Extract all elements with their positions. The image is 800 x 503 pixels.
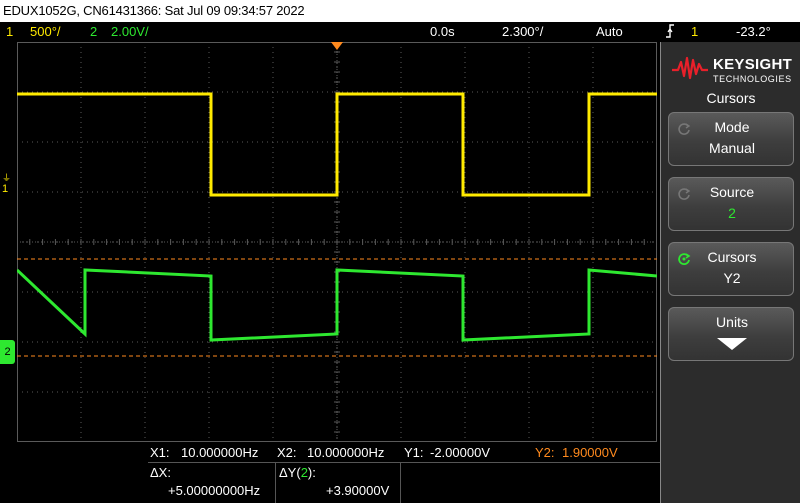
trigger-source[interactable]: 1 bbox=[691, 24, 698, 39]
x1-label: X1: bbox=[150, 445, 170, 460]
ch1-trace bbox=[17, 92, 657, 197]
trigger-edge-icon bbox=[664, 23, 676, 42]
submenu-arrow-icon bbox=[717, 338, 747, 350]
readout-divider-vertical bbox=[400, 463, 401, 503]
trigger-position-icon[interactable] bbox=[331, 42, 343, 50]
x2-label: X2: bbox=[277, 445, 297, 460]
title-text: EDUX1052G, CN61431366: Sat Jul 09 09:34:… bbox=[3, 3, 305, 18]
cursors-value: Y2 bbox=[723, 270, 741, 286]
cursor-readout: X1: 10.000000Hz X2: 10.000000Hz Y1: -2.0… bbox=[0, 442, 660, 503]
mode-softkey[interactable]: Mode Manual bbox=[668, 112, 794, 166]
delta-y-value: +3.90000V bbox=[326, 483, 390, 498]
x2-value: 10.000000Hz bbox=[307, 445, 385, 460]
delta-x-value: +5.00000000Hz bbox=[168, 483, 261, 498]
brand-subtitle: TECHNOLOGIES bbox=[713, 74, 792, 84]
time-scale[interactable]: 2.300°/ bbox=[502, 24, 543, 39]
y1-label: Y1: bbox=[404, 445, 424, 460]
ch2-ground-marker[interactable]: 2 bbox=[0, 340, 15, 364]
softkey-panel: KEYSIGHT TECHNOLOGIES Cursors Mode Manua… bbox=[660, 42, 800, 503]
brand-name: KEYSIGHT bbox=[713, 56, 793, 73]
mode-value: Manual bbox=[709, 140, 755, 156]
y1-value: -2.00000V bbox=[430, 445, 490, 460]
readout-divider bbox=[148, 462, 660, 463]
graticule bbox=[17, 42, 657, 442]
y2-label: Y2: bbox=[535, 445, 555, 460]
x1-value: 10.000000Hz bbox=[181, 445, 259, 460]
ch1-marker-label: 1 bbox=[2, 183, 9, 195]
source-softkey[interactable]: Source 2 bbox=[668, 177, 794, 231]
readout-divider-vertical bbox=[275, 463, 276, 503]
delta-x-label: ΔX: bbox=[150, 465, 171, 480]
delta-y-suffix: ): bbox=[307, 465, 316, 480]
waveform-display[interactable] bbox=[17, 42, 657, 442]
menu-title: Cursors bbox=[706, 90, 756, 106]
cursors-softkey[interactable]: Cursors Y2 bbox=[668, 242, 794, 296]
trigger-mode[interactable]: Auto bbox=[596, 24, 623, 39]
cursors-label: Cursors bbox=[707, 249, 757, 265]
channel-markers: ⏚ 1 2 bbox=[0, 42, 17, 442]
source-label: Source bbox=[709, 184, 755, 200]
ch1-trigger-glyph: ⏚ bbox=[2, 173, 12, 183]
ch1-number[interactable]: 1 bbox=[6, 24, 13, 39]
ch2-scale[interactable]: 2.00V/ bbox=[111, 24, 149, 39]
keysight-logo: KEYSIGHT TECHNOLOGIES bbox=[667, 52, 795, 88]
title-bar: EDUX1052G, CN61431366: Sat Jul 09 09:34:… bbox=[0, 0, 800, 22]
ch1-scale[interactable]: 500°/ bbox=[30, 24, 61, 39]
delta-y-label: ΔY(2): bbox=[279, 465, 316, 480]
delta-y-channel: 2 bbox=[300, 465, 308, 480]
delta-y-prefix: ΔY( bbox=[279, 465, 301, 480]
status-bar: 1 500°/ 2 2.00V/ 0.0s 2.300°/ Auto 1 -23… bbox=[0, 22, 800, 42]
keysight-wave-icon bbox=[672, 56, 708, 80]
y2-value: 1.90000V bbox=[562, 445, 618, 460]
ch2-marker-label: 2 bbox=[4, 346, 11, 358]
ch2-number[interactable]: 2 bbox=[90, 24, 97, 39]
ch2-trace bbox=[17, 268, 657, 342]
units-label: Units bbox=[716, 314, 748, 330]
units-softkey[interactable]: Units bbox=[668, 307, 794, 361]
time-delay[interactable]: 0.0s bbox=[430, 24, 455, 39]
mode-label: Mode bbox=[714, 119, 750, 135]
ch1-ground-marker[interactable]: ⏚ 1 bbox=[2, 173, 12, 196]
trigger-level[interactable]: -23.2° bbox=[736, 24, 771, 39]
source-value: 2 bbox=[728, 205, 736, 221]
